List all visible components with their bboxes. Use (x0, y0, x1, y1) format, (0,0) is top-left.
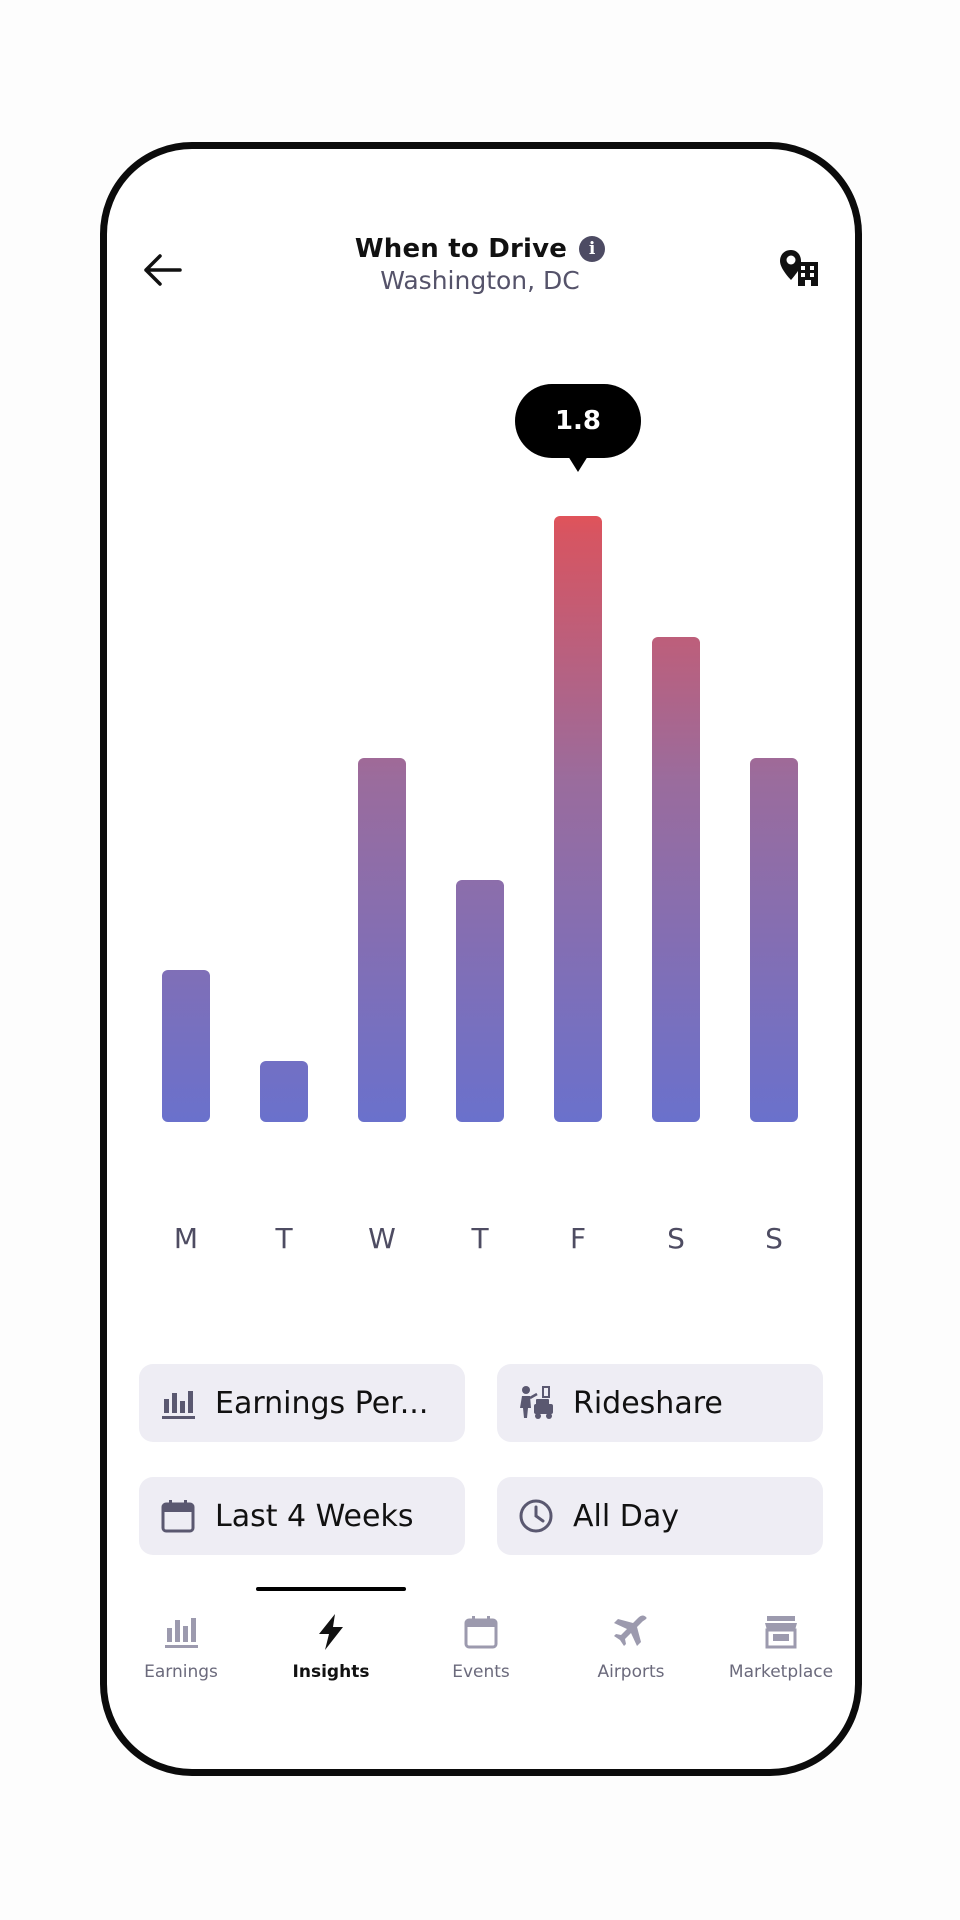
chart-bar-5[interactable] (652, 637, 700, 1122)
metric-filter-chip[interactable]: Earnings Per... (139, 1364, 465, 1442)
chart-day-label: M (173, 1222, 199, 1255)
info-icon[interactable]: i (579, 236, 606, 262)
lightning-icon (311, 1612, 351, 1652)
bar-chart-icon (161, 1612, 201, 1652)
chart-bar-1[interactable] (260, 1061, 308, 1122)
chart-day-label: W (368, 1222, 396, 1255)
nav-label-events: Events (452, 1662, 510, 1682)
bar-chart-icon (159, 1384, 197, 1422)
time-filter-chip[interactable]: All Day (497, 1477, 823, 1555)
chart-value-tooltip: 1.8 (515, 384, 641, 472)
service-filter-chip[interactable]: Rideshare (497, 1364, 823, 1442)
chart-day-label: T (275, 1222, 293, 1255)
chart-day-label: S (765, 1222, 783, 1255)
earnings-bar-chart: M T W T F 1.8 S S (150, 380, 810, 1255)
location-map-button[interactable] (778, 246, 822, 290)
chart-day-label: S (667, 1222, 685, 1255)
nav-item-events[interactable]: Events (416, 1612, 546, 1682)
nav-item-marketplace[interactable]: Marketplace (716, 1612, 846, 1682)
metric-filter-label: Earnings Per... (215, 1385, 429, 1421)
page-title: When to Drive (354, 234, 568, 264)
chart-bar-4[interactable] (554, 516, 602, 1122)
chart-bar-6[interactable] (750, 758, 798, 1122)
nav-label-earnings: Earnings (144, 1662, 218, 1682)
calendar-icon (159, 1497, 197, 1535)
chart-bar-0[interactable] (162, 970, 210, 1122)
nav-label-insights: Insights (292, 1662, 370, 1682)
airplane-icon (611, 1612, 651, 1652)
calendar-icon (461, 1612, 501, 1652)
storefront-icon (761, 1612, 801, 1652)
chart-day-label: F (569, 1222, 587, 1255)
nav-item-insights[interactable]: Insights (266, 1612, 396, 1682)
chart-day-label: T (471, 1222, 489, 1255)
map-pin-building-icon (780, 250, 818, 286)
chart-bar-2[interactable] (358, 758, 406, 1122)
nav-item-earnings[interactable]: Earnings (116, 1612, 246, 1682)
clock-icon (517, 1497, 555, 1535)
service-filter-label: Rideshare (573, 1385, 723, 1421)
time-filter-label: All Day (573, 1498, 679, 1534)
nav-label-airports: Airports (597, 1662, 665, 1682)
rideshare-person-car-icon (517, 1384, 555, 1422)
period-filter-label: Last 4 Weeks (215, 1498, 414, 1534)
nav-label-marketplace: Marketplace (728, 1662, 834, 1682)
period-filter-chip[interactable]: Last 4 Weeks (139, 1477, 465, 1555)
chart-bar-3[interactable] (456, 880, 504, 1122)
active-tab-indicator (256, 1587, 406, 1591)
nav-item-airports[interactable]: Airports (566, 1612, 696, 1682)
